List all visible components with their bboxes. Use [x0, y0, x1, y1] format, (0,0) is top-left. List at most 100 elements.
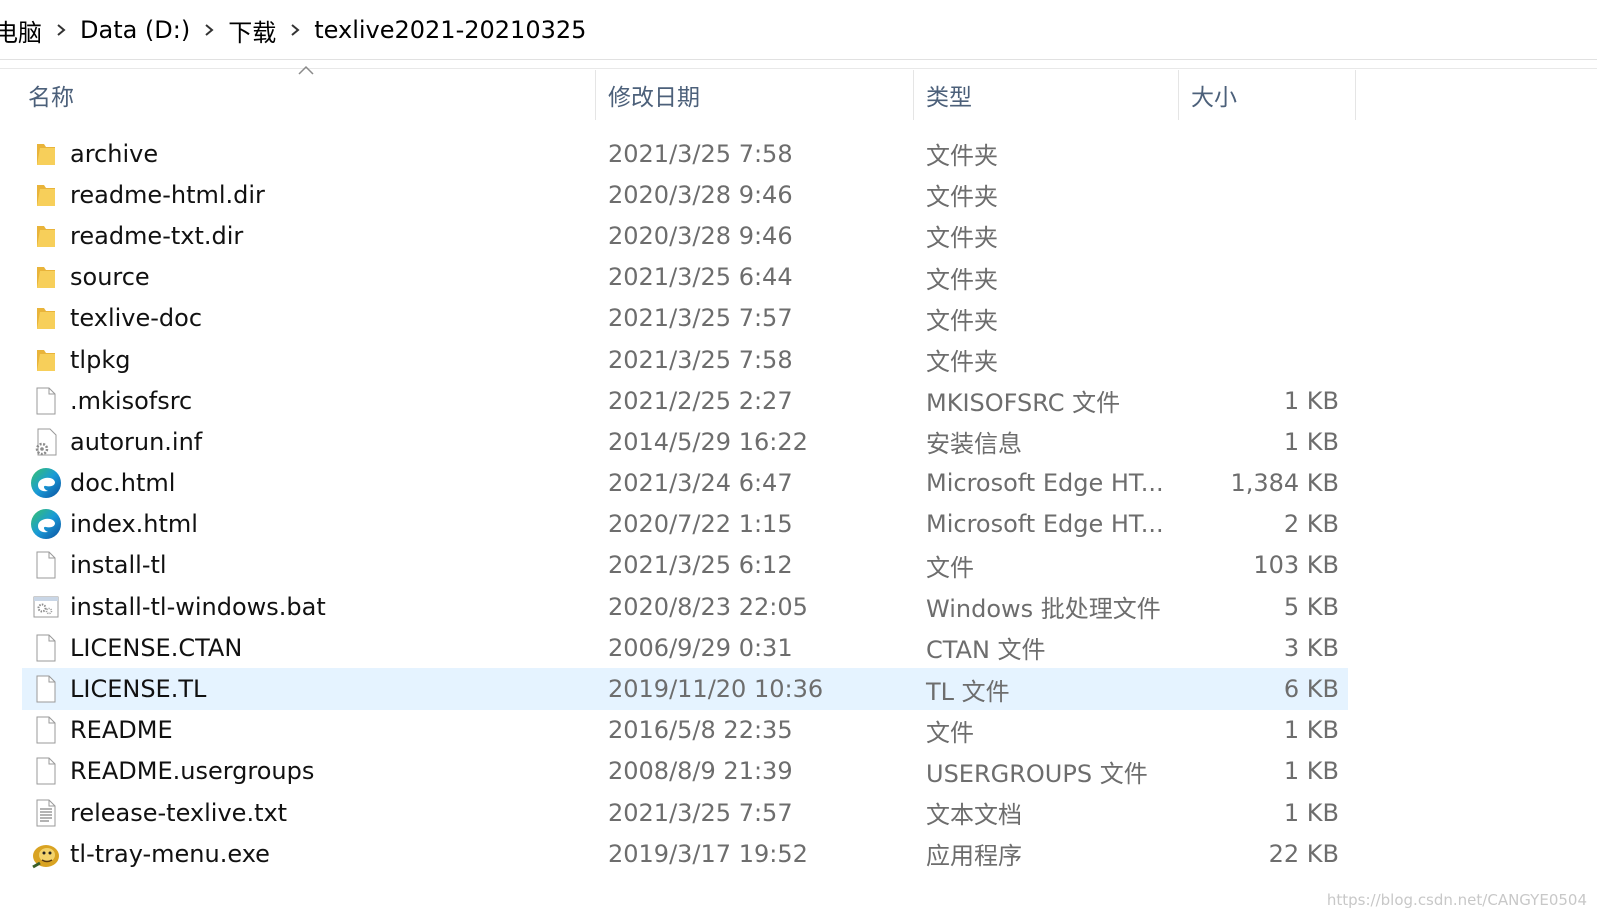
file-type: 文件 — [926, 718, 974, 747]
column-header-date-label: 修改日期 — [608, 85, 700, 111]
tex-lion-icon — [28, 833, 64, 874]
column-header-name-label: 名称 — [28, 85, 74, 111]
file-row[interactable]: source 2021/3/25 6:44 文件夹 — [0, 257, 1597, 298]
file-size: 1 KB — [1283, 757, 1339, 786]
file-name: LICENSE.CTAN — [70, 633, 243, 662]
file-icon — [28, 710, 64, 751]
breadcrumb: 电脑 Data (D:) 下载 texlive2021-20210325 — [0, 0, 1597, 60]
column-header-date[interactable]: 修改日期 — [596, 70, 913, 120]
file-name: autorun.inf — [70, 427, 203, 456]
file-type: CTAN 文件 — [926, 636, 1046, 665]
file-name: archive — [70, 139, 159, 168]
file-size: 1,384 KB — [1230, 469, 1339, 498]
file-type: TL 文件 — [926, 677, 1010, 706]
file-type: 文件夹 — [926, 142, 998, 171]
folder-icon — [28, 133, 64, 174]
file-type: 应用程序 — [926, 842, 1022, 871]
file-name: doc.html — [70, 469, 176, 498]
breadcrumb-item[interactable]: Data (D:) — [74, 16, 196, 44]
setup-info-icon — [28, 421, 64, 462]
file-row[interactable]: .mkisofsrc 2021/2/25 2:27 MKISOFSRC 文件 1 KB — [0, 380, 1597, 421]
file-type: 文件夹 — [926, 265, 998, 294]
file-modified-date: 2021/3/25 6:12 — [608, 551, 793, 580]
chevron-right-icon[interactable] — [196, 0, 222, 60]
file-name: README.usergroups — [70, 757, 315, 786]
file-row[interactable]: tl-tray-menu.exe 2019/3/17 19:52 应用程序 22 KB — [0, 833, 1597, 874]
file-row[interactable]: readme-txt.dir 2020/3/28 9:46 文件夹 — [0, 215, 1597, 256]
file-row[interactable]: autorun.inf 2014/5/29 16:22 安装信息 1 KB — [0, 421, 1597, 462]
file-list: archive 2021/3/25 7:58 文件夹 readme-html.dir 2… — [0, 133, 1597, 874]
folder-icon — [28, 298, 64, 339]
file-row[interactable]: install-tl 2021/3/25 6:12 文件 103 KB — [0, 545, 1597, 586]
column-header-row: 名称 修改日期 类型 大小 — [0, 70, 1597, 120]
folder-icon — [28, 257, 64, 298]
file-modified-date: 2020/3/28 9:46 — [608, 221, 793, 250]
file-name: release-texlive.txt — [70, 798, 288, 827]
file-icon — [28, 380, 64, 421]
file-type: Windows 批处理文件 — [926, 595, 1161, 624]
file-name: README — [70, 716, 173, 745]
file-modified-date: 2020/3/28 9:46 — [608, 180, 793, 209]
edge-icon — [28, 504, 64, 545]
column-header-size[interactable]: 大小 — [1179, 70, 1355, 120]
file-name: source — [70, 263, 150, 292]
file-row[interactable]: texlive-doc 2021/3/25 7:57 文件夹 — [0, 298, 1597, 339]
watermark: https://blog.csdn.net/CANGYE0504 — [1326, 891, 1587, 909]
file-row[interactable]: README.usergroups 2008/8/9 21:39 USERGROUP… — [0, 751, 1597, 792]
file-row[interactable]: install-tl-windows.bat 2020/8/23 22:05 Win… — [0, 586, 1597, 627]
file-row[interactable]: LICENSE.TL 2019/11/20 10:36 TL 文件 6 KB — [0, 668, 1597, 710]
file-modified-date: 2020/8/23 22:05 — [608, 592, 808, 621]
breadcrumb-item[interactable]: 下载 — [222, 13, 282, 48]
file-size: 22 KB — [1268, 839, 1339, 868]
column-header-name[interactable]: 名称 — [16, 70, 596, 120]
file-size: 1 KB — [1283, 716, 1339, 745]
breadcrumb-item[interactable]: texlive2021-20210325 — [308, 16, 592, 44]
file-icon — [28, 668, 64, 709]
file-name: tlpkg — [70, 345, 131, 374]
chevron-right-icon[interactable] — [48, 0, 74, 60]
text-file-icon — [28, 792, 64, 833]
file-size: 3 KB — [1283, 633, 1339, 662]
file-row[interactable]: README 2016/5/8 22:35 文件 1 KB — [0, 710, 1597, 751]
file-row[interactable]: readme-html.dir 2020/3/28 9:46 文件夹 — [0, 174, 1597, 215]
address-bar-divider — [0, 59, 1597, 60]
file-row[interactable]: doc.html 2021/3/24 6:47 Microsoft Edge HT.… — [0, 463, 1597, 504]
file-modified-date: 2021/3/24 6:47 — [608, 469, 793, 498]
file-type: 文件夹 — [926, 224, 998, 253]
file-size: 6 KB — [1283, 675, 1339, 704]
file-icon — [28, 545, 64, 586]
column-header-type[interactable]: 类型 — [914, 70, 1178, 120]
chevron-right-icon[interactable] — [282, 0, 308, 60]
file-type: 安装信息 — [926, 430, 1022, 459]
file-modified-date: 2021/3/25 7:57 — [608, 304, 793, 333]
file-row[interactable]: tlpkg 2021/3/25 7:58 文件夹 — [0, 339, 1597, 380]
file-type: Microsoft Edge HT... — [926, 510, 1164, 539]
file-type: Microsoft Edge HT... — [926, 469, 1164, 498]
file-name: index.html — [70, 510, 198, 539]
file-size: 1 KB — [1283, 386, 1339, 415]
breadcrumb-item[interactable]: 电脑 — [0, 13, 48, 48]
file-row[interactable]: LICENSE.CTAN 2006/9/29 0:31 CTAN 文件 3 KB — [0, 627, 1597, 668]
folder-icon — [28, 174, 64, 215]
file-icon — [28, 751, 64, 792]
column-header-size-label: 大小 — [1191, 85, 1237, 111]
file-modified-date: 2008/8/9 21:39 — [608, 757, 793, 786]
folder-icon — [28, 215, 64, 256]
file-size: 5 KB — [1283, 592, 1339, 621]
file-modified-date: 2021/3/25 7:58 — [608, 139, 793, 168]
file-modified-date: 2021/3/25 6:44 — [608, 263, 793, 292]
file-name: readme-html.dir — [70, 180, 265, 209]
file-modified-date: 2019/3/17 19:52 — [608, 839, 808, 868]
file-type: 文件夹 — [926, 348, 998, 377]
file-modified-date: 2021/3/25 7:58 — [608, 345, 793, 374]
column-resize-handle-size[interactable] — [1355, 70, 1356, 120]
file-row[interactable]: release-texlive.txt 2021/3/25 7:57 文本文档 1 K… — [0, 792, 1597, 833]
file-type: 文件 — [926, 553, 974, 582]
file-row[interactable]: index.html 2020/7/22 1:15 Microsoft Edge H… — [0, 504, 1597, 545]
file-modified-date: 2021/3/25 7:57 — [608, 798, 793, 827]
file-row[interactable]: archive 2021/3/25 7:58 文件夹 — [0, 133, 1597, 174]
file-type: USERGROUPS 文件 — [926, 759, 1148, 788]
file-name: install-tl-windows.bat — [70, 592, 326, 621]
file-type: 文件夹 — [926, 183, 998, 212]
file-name: LICENSE.TL — [70, 675, 207, 704]
